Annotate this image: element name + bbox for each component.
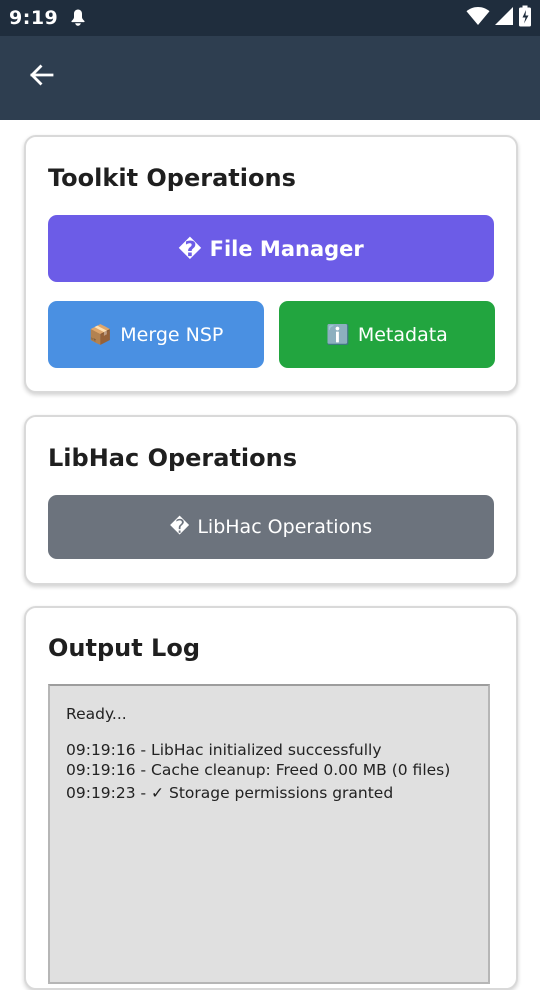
merge-nsp-label: Merge NSP [120,323,224,346]
output-log[interactable]: Ready... 09:19:16 - LibHac initialized s… [48,684,490,984]
log-line: 09:19:16 - LibHac initialized successful… [66,741,382,759]
toolkit-operations-title: Toolkit Operations [48,164,296,192]
status-bar: 9:19 [0,0,540,36]
status-icons [466,5,532,31]
file-manager-icon: � [178,236,202,261]
app-bar [0,36,540,120]
metadata-button[interactable]: ℹ️ Metadata [279,301,495,368]
file-manager-button[interactable]: � File Manager [48,215,494,282]
merge-nsp-button[interactable]: 📦 Merge NSP [48,301,264,368]
metadata-label: Metadata [357,323,448,346]
libhac-operations-button[interactable]: � LibHac Operations [48,495,494,559]
content-area[interactable]: Toolkit Operations � File Manager 📦 Merg… [0,120,540,990]
log-line: Ready... [66,705,127,723]
libhac-operations-label: LibHac Operations [197,516,373,538]
arrow-back-icon [27,61,55,93]
libhac-operations-title: LibHac Operations [48,444,298,472]
wifi-icon [466,6,490,30]
output-log-card: Output Log Ready... 09:19:16 - LibHac in… [24,606,518,990]
signal-icon [494,6,514,30]
toolkit-operations-card: Toolkit Operations � File Manager 📦 Merg… [24,135,518,393]
libhac-operations-card: LibHac Operations � LibHac Operations [24,415,518,585]
package-icon: 📦 [88,324,113,346]
output-log-title: Output Log [48,634,201,662]
back-button[interactable] [20,56,62,98]
libhac-icon: � [169,516,190,538]
info-icon: ℹ️ [326,324,350,346]
log-line: 09:19:16 - Cache cleanup: Freed 0.00 MB … [66,761,451,779]
notification-icon [68,8,88,28]
status-time: 9:19 [9,7,59,29]
file-manager-label: File Manager [209,236,364,261]
battery-icon [518,5,532,31]
log-line: 09:19:23 - ✓ Storage permissions granted [66,784,394,802]
